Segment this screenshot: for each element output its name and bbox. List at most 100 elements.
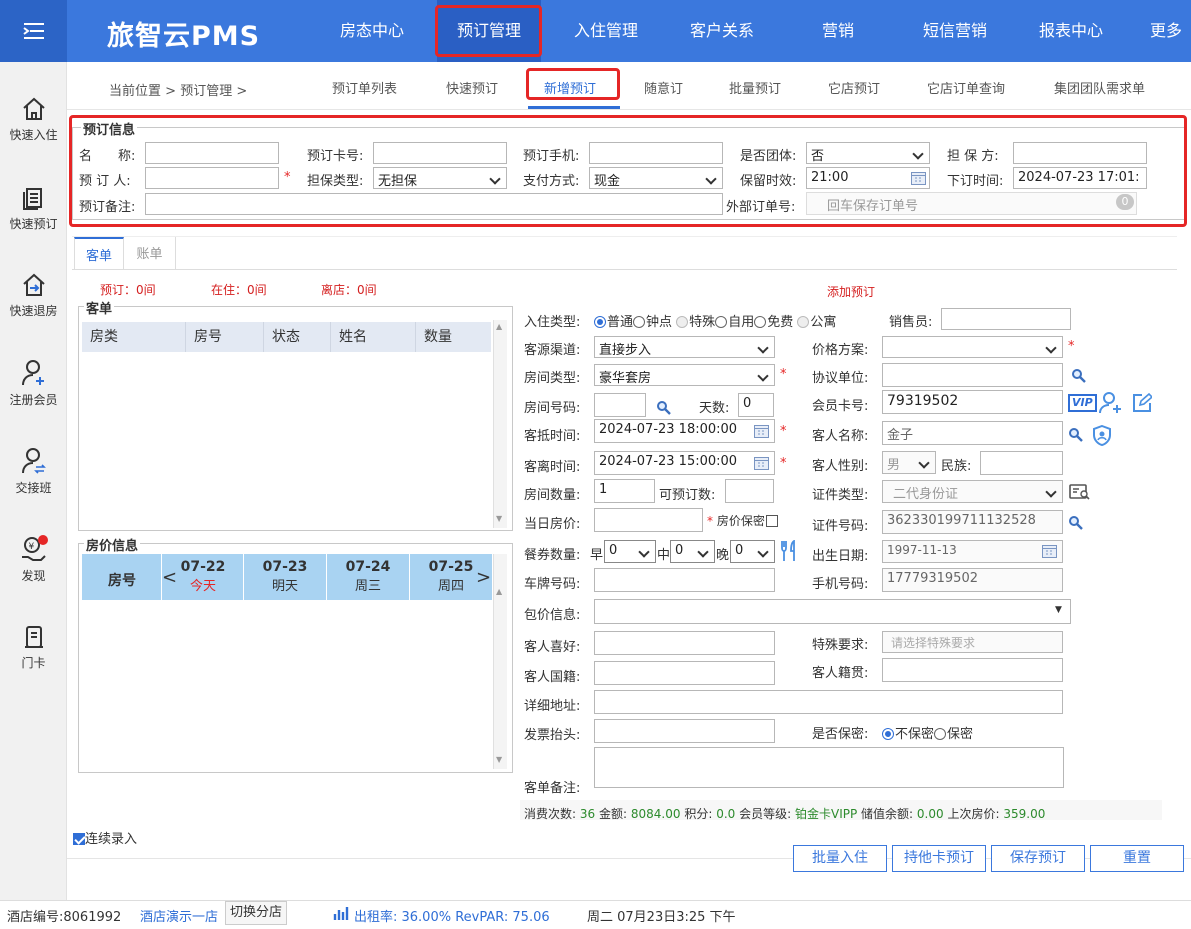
subnav-other-store-query[interactable]: 它店订单查询 — [927, 78, 1005, 97]
special-input[interactable]: 请选择特殊要求 — [882, 631, 1063, 653]
nav-more[interactable]: 更多 — [1150, 0, 1191, 62]
id-no-input[interactable]: 362330199711132528 — [882, 510, 1063, 534]
nationality-input[interactable] — [594, 661, 775, 685]
cutlery-icon[interactable] — [779, 540, 799, 562]
sidebar-quick-checkin[interactable]: 快速入住 — [0, 96, 67, 143]
order-time-input[interactable]: 2024-07-23 17:01: — [1013, 167, 1147, 189]
member-card-input[interactable]: 79319502 — [882, 390, 1063, 414]
guarantor-input[interactable] — [1013, 142, 1147, 164]
nav-checkin[interactable]: 入住管理 — [554, 0, 658, 62]
days-input[interactable]: 0 — [738, 393, 774, 417]
radio-hourly[interactable]: 钟点 — [633, 315, 672, 330]
col-room-type[interactable]: 房类 — [82, 322, 186, 352]
continuous-entry-checkbox[interactable]: 连续录入 — [73, 828, 137, 847]
radio-apartment[interactable]: 公寓 — [797, 315, 836, 330]
dropdown-caret-icon[interactable]: ▼ — [1055, 605, 1062, 615]
subnav-batch-booking[interactable]: 批量预订 — [729, 78, 781, 97]
sales-input[interactable] — [941, 308, 1071, 330]
scroll-down-icon[interactable]: ▼ — [496, 514, 502, 523]
sidebar-quick-checkout[interactable]: 快速退房 — [0, 272, 67, 319]
sidebar-shift-handover[interactable]: 交接班 — [0, 447, 67, 496]
radio-normal[interactable]: 普通 — [594, 315, 633, 330]
switch-store-button[interactable]: 切换分店 — [225, 901, 288, 925]
room-no-input[interactable] — [594, 393, 646, 417]
payment-select[interactable]: 现金 — [589, 167, 723, 189]
tab-guest-order[interactable]: 客单 — [74, 237, 124, 269]
external-order-input[interactable]: 回车保存订单号 — [806, 192, 1137, 215]
breakfast-select[interactable]: 0 — [604, 540, 656, 563]
radio-secret[interactable]: 保密 — [934, 727, 973, 742]
col-room-no[interactable]: 房号 — [186, 322, 264, 352]
room-type-select[interactable]: 豪华套房 — [594, 364, 775, 386]
plan-select[interactable] — [882, 336, 1063, 358]
edit-icon[interactable] — [1132, 393, 1152, 413]
col-status[interactable]: 状态 — [264, 322, 331, 352]
radio-self-use[interactable]: 自用 — [715, 315, 754, 330]
menu-toggle-button[interactable] — [0, 0, 67, 62]
breadcrumb-item[interactable]: 预订管理 — [180, 84, 232, 99]
subnav-other-store-booking[interactable]: 它店预订 — [828, 78, 880, 97]
day-price-input[interactable] — [594, 508, 703, 532]
price-secret-checkbox[interactable]: * 房价保密 — [707, 512, 778, 529]
arrive-input[interactable]: 2024-07-23 18:00:00 — [594, 419, 775, 443]
preference-input[interactable] — [594, 631, 775, 655]
name-input[interactable] — [145, 142, 279, 164]
guarantee-type-select[interactable]: 无担保 — [373, 167, 507, 189]
address-input[interactable] — [594, 690, 1063, 714]
search-icon[interactable] — [1071, 368, 1087, 384]
id-scan-icon[interactable] — [1069, 483, 1091, 501]
nav-crm[interactable]: 客户关系 — [670, 0, 774, 62]
tab-bill[interactable]: 账单 — [124, 237, 176, 269]
subnav-booking-list[interactable]: 预订单列表 — [332, 78, 397, 97]
nav-reports[interactable]: 报表中心 — [1019, 0, 1123, 62]
gender-select[interactable]: 男 — [882, 451, 936, 474]
sidebar-discover[interactable]: ¥ 发现 — [0, 535, 67, 584]
add-member-icon[interactable] — [1099, 392, 1123, 414]
save-booking-button[interactable]: 保存预订 — [991, 845, 1085, 872]
booker-input[interactable] — [145, 167, 279, 189]
depart-input[interactable]: 2024-07-23 15:00:00 — [594, 451, 775, 475]
sidebar-quick-booking[interactable]: 快速预订 — [0, 185, 67, 232]
radio-free[interactable]: 免费 — [754, 315, 793, 330]
lunch-select[interactable]: 0 — [670, 540, 715, 563]
subnav-group-demand[interactable]: 集团团队需求单 — [1054, 78, 1145, 97]
mobile-input[interactable]: 17779319502 — [882, 568, 1063, 592]
remark-input[interactable] — [145, 193, 723, 215]
available-input[interactable] — [725, 479, 774, 503]
radio-special[interactable]: 特殊 — [676, 315, 715, 330]
birth-input[interactable]: 1997-11-13 — [882, 540, 1063, 563]
nav-room-status[interactable]: 房态中心 — [320, 0, 424, 62]
reset-button[interactable]: 重置 — [1090, 845, 1184, 872]
shield-user-icon[interactable] — [1092, 425, 1112, 446]
dinner-select[interactable]: 0 — [730, 540, 775, 563]
id-type-select[interactable]: 二代身份证 — [882, 480, 1063, 503]
search-icon[interactable] — [1068, 515, 1084, 531]
hotel-name-link[interactable]: 酒店演示一店 — [140, 906, 218, 925]
other-card-booking-button[interactable]: 持他卡预订 — [892, 845, 986, 872]
origin-input[interactable] — [882, 658, 1063, 682]
batch-checkin-button[interactable]: 批量入住 — [793, 845, 887, 872]
sidebar-register-member[interactable]: 注册会员 — [0, 359, 67, 408]
scroll-down-icon[interactable]: ▼ — [496, 755, 502, 764]
card-input[interactable] — [373, 142, 507, 164]
calendar-icon[interactable] — [1042, 544, 1057, 558]
subnav-casual-booking[interactable]: 随意订 — [644, 78, 683, 97]
invoice-input[interactable] — [594, 719, 775, 743]
channel-select[interactable]: 直接步入 — [594, 336, 775, 358]
radio-not-secret[interactable]: 不保密 — [882, 727, 934, 742]
next-date-icon[interactable]: > — [476, 567, 491, 588]
room-count-input[interactable]: 1 — [594, 479, 655, 503]
scroll-up-icon[interactable]: ▲ — [496, 322, 502, 331]
calendar-icon[interactable] — [911, 171, 926, 185]
nav-marketing[interactable]: 营销 — [786, 0, 890, 62]
calendar-icon[interactable] — [754, 456, 769, 470]
col-name[interactable]: 姓名 — [331, 322, 416, 352]
note-textarea[interactable] — [594, 747, 1064, 788]
plate-input[interactable] — [594, 568, 775, 592]
search-icon[interactable] — [1068, 427, 1084, 443]
scroll-up-icon[interactable]: ▲ — [496, 587, 502, 596]
agreement-input[interactable] — [882, 363, 1063, 387]
ethnic-input[interactable] — [980, 451, 1063, 475]
calendar-icon[interactable] — [754, 424, 769, 438]
search-icon[interactable] — [656, 400, 672, 416]
